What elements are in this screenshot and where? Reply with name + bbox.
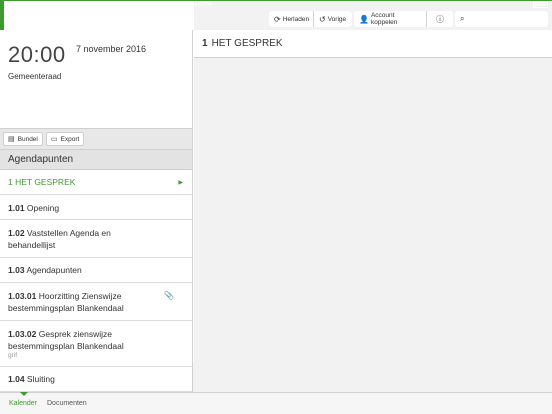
search-input[interactable]	[466, 15, 543, 23]
agenda-item-title: Sluiting	[26, 374, 55, 384]
navigation-button-group: ⟳ Herladen ↺ Vorige	[269, 11, 352, 27]
agenda-item-title: HET GESPREK	[15, 177, 76, 187]
agenda-item-number: 1.02	[8, 228, 25, 238]
info-button[interactable]: ⓘ	[426, 11, 453, 27]
reload-icon: ⟳	[274, 14, 281, 24]
play-arrow-icon: ▶	[178, 180, 183, 186]
agenda-item-note: grif	[8, 352, 18, 359]
agenda-item-number: 1.04	[8, 374, 25, 384]
agenda-item-1-04[interactable]: 1.04 Sluiting	[0, 367, 192, 392]
info-icon: ⓘ	[436, 14, 444, 24]
history-icon: ↺	[319, 14, 326, 24]
account-label: Account koppelen	[370, 12, 398, 26]
battery-icon	[533, 2, 548, 8]
detail-title-text: HET GESPREK	[211, 38, 283, 49]
agenda-section-title: Agendapunten	[0, 149, 192, 170]
previous-label: Vorige	[327, 15, 347, 23]
top-toolbar: iPad ◠ 12:00 100% ⟳ Herladen ↺ Vorige 👤 …	[0, 0, 552, 363]
agenda-item-number: 1.03	[8, 265, 25, 275]
search-box[interactable]: ⌕	[455, 11, 548, 27]
tab-documents[interactable]: Documenten	[47, 400, 87, 407]
agenda-item-1-03-01[interactable]: 1.03.01 Hoorzitting Zienswijze bestemmin…	[0, 283, 192, 321]
active-tab-indicator-icon	[20, 392, 28, 396]
detail-number: 1	[202, 38, 208, 49]
bundle-button[interactable]: ▤ Bundel	[3, 132, 43, 146]
agenda-item-1-01[interactable]: 1.01 Opening	[0, 195, 192, 220]
agenda-item-number: 1.03.02	[8, 329, 37, 339]
export-label: Export	[60, 135, 80, 143]
account-button-group: 👤 Account koppelen ⓘ	[354, 11, 453, 27]
export-button[interactable]: ▭ Export	[45, 132, 85, 146]
agenda-item-title: Opening	[26, 203, 60, 213]
meeting-organization: Gemeenteraad	[8, 72, 62, 81]
user-plus-icon: 👤	[359, 14, 369, 24]
status-bar: iPad ◠ 12:00 100%	[0, 0, 552, 363]
account-link-button[interactable]: 👤 Account koppelen	[354, 11, 426, 27]
sidebar: 20:00 7 november 2016 Gemeenteraad ▤ Bun…	[0, 30, 193, 392]
detail-pane: 1 HET GESPREK	[194, 30, 552, 392]
window-icon: ▭	[50, 136, 58, 143]
detail-title: 1 HET GESPREK	[194, 30, 552, 58]
meeting-date: 7 november 2016	[76, 44, 147, 54]
tab-calendar[interactable]: Kalender	[9, 400, 37, 407]
agenda-item-1[interactable]: 1 HET GESPREK ▶	[0, 170, 192, 195]
bundle-label: Bundel	[17, 135, 38, 143]
reload-label: Herladen	[282, 15, 310, 23]
search-icon: ⌕	[460, 14, 465, 23]
reload-button[interactable]: ⟳ Herladen	[269, 11, 313, 27]
agenda-item-1-03[interactable]: 1.03 Agendapunten	[0, 258, 192, 283]
paperclip-icon: 📎	[164, 291, 174, 300]
previous-button[interactable]: ↺ Vorige	[313, 11, 352, 27]
agenda-item-1-02[interactable]: 1.02 Vaststellen Agenda en behandellijst	[0, 220, 192, 258]
sidebar-actions: ▤ Bundel ▭ Export	[0, 128, 192, 149]
agenda-item-number: 1.03.01	[8, 291, 37, 301]
meeting-header: 20:00 7 november 2016 Gemeenteraad	[0, 30, 192, 128]
meeting-time: 20:00	[8, 42, 66, 67]
bottom-tab-bar: Kalender Documenten	[0, 392, 552, 414]
book-icon: ▤	[8, 136, 15, 143]
agenda-item-title: Agendapunten	[26, 265, 82, 275]
agenda-item-number: 1	[8, 177, 13, 187]
agenda-item-1-03-02[interactable]: 1.03.02 Gesprek zienswijze bestemmingspl…	[0, 321, 192, 367]
agenda-item-number: 1.01	[8, 203, 25, 213]
